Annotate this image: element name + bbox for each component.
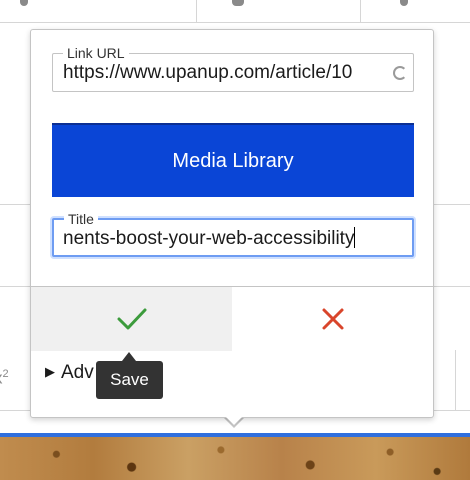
background-image	[0, 437, 470, 480]
editor-toolbar	[0, 0, 470, 23]
balloon-actions	[31, 286, 433, 351]
close-icon	[322, 308, 343, 330]
title-input[interactable]: nents-boost-your-web-accessibility	[63, 227, 404, 250]
balloon-pointer-fill	[225, 416, 243, 425]
save-button[interactable]	[31, 287, 232, 351]
media-library-button[interactable]: Media Library	[52, 123, 414, 197]
tooltip-pointer	[122, 352, 136, 361]
toolbar-icon[interactable]	[20, 0, 28, 6]
title-field[interactable]: Title nents-boost-your-web-accessibility	[52, 211, 414, 257]
advanced-label: Adv	[61, 362, 94, 383]
link-balloon: Link URL https://www.upanup.com/article/…	[30, 29, 434, 418]
toolbar-icon[interactable]	[400, 0, 408, 6]
check-icon	[117, 308, 146, 330]
toolbar-separator	[360, 0, 361, 22]
title-label: Title	[64, 211, 98, 227]
link-url-label: Link URL	[63, 45, 129, 61]
column-divider	[455, 350, 456, 410]
link-url-input[interactable]: https://www.upanup.com/article/10	[63, 62, 405, 84]
toolbar-icon[interactable]	[232, 0, 244, 6]
loading-icon	[393, 66, 407, 80]
save-tooltip: Save	[96, 361, 163, 399]
advanced-toggle[interactable]: ▶ Adv	[45, 360, 94, 386]
triangle-right-icon: ▶	[45, 364, 55, 379]
text-caret	[354, 227, 356, 248]
toolbar-separator	[196, 0, 197, 22]
cancel-button[interactable]	[232, 287, 433, 351]
link-url-field[interactable]: Link URL https://www.upanup.com/article/…	[52, 45, 414, 92]
superscript-icon[interactable]: x2	[0, 360, 16, 388]
